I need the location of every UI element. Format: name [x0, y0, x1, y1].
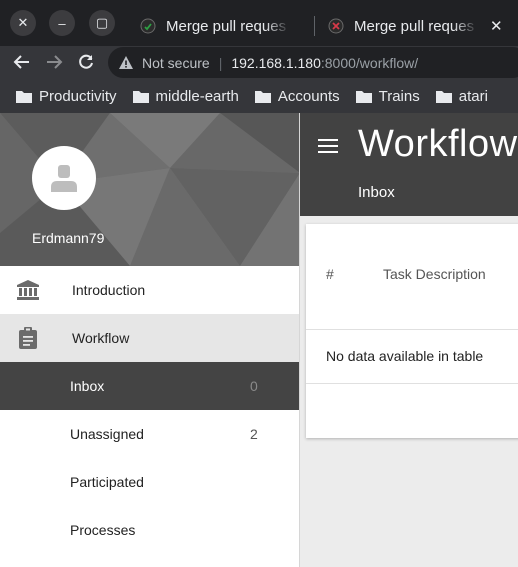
back-button[interactable] [10, 50, 34, 74]
bookmark-folder[interactable]: middle-earth [132, 87, 239, 105]
bank-icon [16, 279, 40, 301]
page-title: Workflow [358, 123, 518, 165]
tab-close-icon[interactable]: ✕ [490, 17, 503, 35]
avatar[interactable] [32, 146, 96, 210]
github-icon [140, 18, 156, 34]
sidebar-item-processes[interactable]: Processes [0, 506, 299, 554]
bookmark-folder[interactable]: Trains [355, 87, 420, 105]
bookmark-label: atari [458, 87, 488, 105]
clipboard-icon [16, 327, 40, 349]
tab-title: Merge pull reques [166, 17, 287, 35]
browser-tab[interactable]: Merge pull reques ✕ [316, 8, 518, 44]
sidebar-item-introduction[interactable]: Introduction [0, 266, 299, 314]
arrow-left-icon [13, 55, 29, 69]
bookmark-folder[interactable]: Accounts [254, 87, 340, 105]
sidebar-item-label: Inbox [70, 378, 105, 394]
folder-icon [132, 90, 149, 103]
task-table-card: # Task Description No data available in … [306, 224, 518, 438]
sidebar-item-workflow[interactable]: Workflow [0, 314, 299, 362]
bookmark-folder[interactable]: Productivity [16, 88, 117, 105]
sidebar-item-label: Processes [70, 522, 136, 538]
folder-icon [16, 90, 32, 103]
window-minimize-button[interactable]: – [49, 10, 75, 36]
main-content: Workflow Inbox # Task Description No dat… [300, 113, 518, 567]
warning-icon [119, 55, 133, 69]
sidebar-menu: Introduction Workflow Inbox 0 Unassigned [0, 266, 299, 554]
bookmark-folder[interactable]: atari [435, 87, 488, 105]
count-badge: 2 [250, 426, 258, 442]
sidebar-item-label: Participated [70, 474, 144, 490]
username: Erdmann79 [32, 230, 105, 246]
window-close-button[interactable]: ✕ [10, 10, 36, 36]
page-subtitle: Inbox [358, 184, 395, 201]
menu-icon[interactable] [318, 139, 338, 153]
folder-icon [355, 90, 372, 103]
url-path: :8000/workflow/ [320, 54, 419, 71]
profile-header: Erdmann79 [0, 113, 299, 266]
tab-title: Merge pull reques [354, 17, 475, 35]
sidebar-item-label: Introduction [72, 282, 146, 298]
sidebar-item-label: Workflow [72, 330, 130, 346]
empty-message: No data available in table [326, 348, 484, 364]
divider: | [218, 54, 223, 71]
column-header[interactable]: Task Description [383, 266, 486, 282]
reload-icon [79, 54, 93, 69]
sidebar-item-inbox[interactable]: Inbox 0 [0, 362, 299, 410]
column-header[interactable]: # [326, 266, 334, 282]
address-bar[interactable]: Not secure | 192.168.1.180:8000/workflow… [108, 47, 518, 78]
browser-titlebar: ✕ – ▢ Merge pull reques Merge pull reque… [0, 0, 518, 46]
window-maximize-button[interactable]: ▢ [89, 10, 115, 36]
reload-button[interactable] [74, 50, 98, 74]
sidebar-item-unassigned[interactable]: Unassigned 2 [0, 410, 299, 458]
browser-navbar: Not secure | 192.168.1.180:8000/workflow… [0, 46, 518, 79]
bookmark-label: Productivity [39, 87, 117, 105]
sidebar-item-label: Unassigned [70, 426, 144, 442]
bookmarks-bar: Productivity middle-earth Accounts Train… [0, 79, 518, 113]
browser-tab[interactable]: Merge pull reques [128, 8, 314, 44]
sidebar: Erdmann79 Introduction Workflow Inbox 0 … [0, 113, 300, 567]
sidebar-item-participated[interactable]: Participated [0, 458, 299, 506]
tab-separator [314, 16, 315, 36]
security-label: Not secure [142, 54, 210, 71]
app-header: Workflow Inbox [300, 113, 518, 216]
github-icon [328, 18, 344, 34]
bookmark-label: Accounts [277, 87, 340, 105]
user-icon [51, 165, 77, 192]
folder-icon [435, 90, 452, 103]
arrow-right-icon [47, 55, 63, 69]
bookmark-label: Trains [378, 87, 420, 105]
count-badge: 0 [250, 378, 258, 394]
bookmark-label: middle-earth [155, 87, 239, 105]
table-row: No data available in table [306, 330, 518, 384]
url-host: 192.168.1.180 [231, 54, 321, 71]
table-header: # Task Description [306, 224, 518, 330]
forward-button[interactable] [42, 50, 66, 74]
folder-icon [254, 90, 271, 103]
